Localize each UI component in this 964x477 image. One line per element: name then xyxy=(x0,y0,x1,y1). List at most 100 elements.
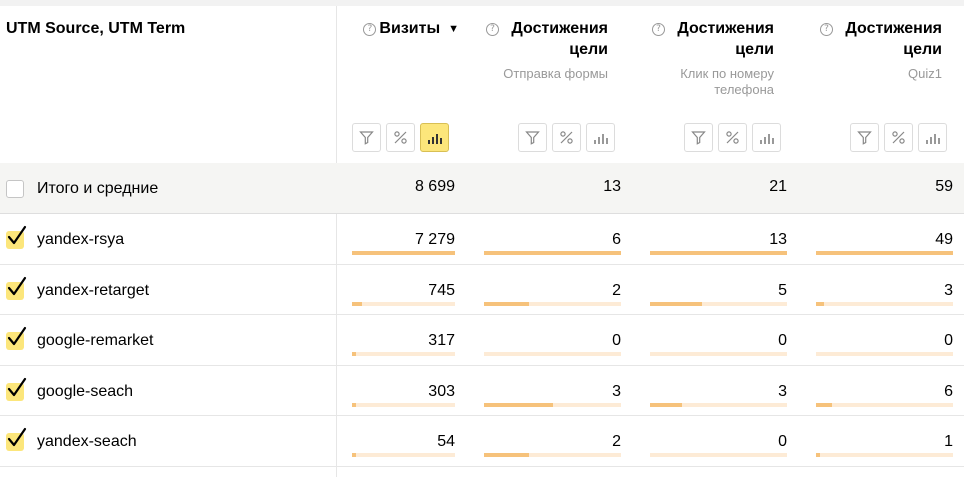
column-header-goal-phone[interactable]: ? Достижения цели Клик по номеру телефона xyxy=(650,18,774,98)
bar-chart-button[interactable] xyxy=(586,123,615,152)
value-bar-track xyxy=(484,352,621,356)
value-bar-track xyxy=(352,251,455,255)
value-bar-fill xyxy=(484,402,553,407)
percent-button[interactable] xyxy=(552,123,581,152)
value-bar-fill xyxy=(816,251,953,255)
top-strip xyxy=(0,0,964,6)
bar-chart-icon xyxy=(593,133,608,144)
column-title: Визиты xyxy=(379,20,441,37)
metric-value: 7 279 xyxy=(414,231,455,248)
value-bar-track xyxy=(650,453,787,457)
help-icon[interactable]: ? xyxy=(652,23,665,36)
dimension-header[interactable]: UTM Source, UTM Term xyxy=(6,20,185,38)
help-icon[interactable]: ? xyxy=(486,23,499,36)
value-bar-track xyxy=(484,301,621,306)
value-bar-fill xyxy=(816,301,825,306)
metric-value: 0 xyxy=(778,433,787,450)
table-row[interactable]: google-seach 303 3 3 6 xyxy=(0,366,964,416)
row-checkbox[interactable] xyxy=(6,326,27,350)
value-bar-fill xyxy=(650,251,787,255)
checkmark-icon xyxy=(7,427,27,447)
bar-chart-button[interactable] xyxy=(918,123,947,152)
filter-icon xyxy=(857,131,872,145)
metric-value: 745 xyxy=(428,281,455,299)
filter-button[interactable] xyxy=(850,123,879,152)
filter-button[interactable] xyxy=(352,123,381,152)
value-bar-fill xyxy=(816,402,833,407)
value-bar-track xyxy=(352,301,455,306)
percent-button[interactable] xyxy=(386,123,415,152)
filter-icon xyxy=(525,131,540,145)
help-icon[interactable]: ? xyxy=(820,23,833,36)
filter-icon xyxy=(359,131,374,145)
value-bar-track xyxy=(816,301,953,306)
row-label: google-seach xyxy=(37,382,134,400)
column-header-goal-form[interactable]: ? Достижения цели Отправка формы xyxy=(484,18,608,82)
percent-icon xyxy=(726,131,739,144)
column-toolbar-goal-phone xyxy=(684,123,781,152)
value-bar-fill xyxy=(352,352,357,356)
value-bar-track xyxy=(484,453,621,457)
table-row[interactable]: google-remarket 317 0 0 0 xyxy=(0,315,964,366)
value-bar-fill xyxy=(352,301,363,306)
column-title: Достижения цели xyxy=(511,20,608,58)
column-title: Достижения цели xyxy=(677,20,774,58)
column-toolbar-visits xyxy=(352,123,449,152)
value-bar-track xyxy=(352,402,455,407)
metric-value: 2 xyxy=(612,433,621,450)
value-bar-track xyxy=(650,352,787,356)
row-checkbox[interactable] xyxy=(6,377,27,401)
table-row[interactable]: yandex-seach 54 2 0 1 xyxy=(0,416,964,467)
row-label: yandex-rsya xyxy=(37,231,125,248)
percent-button[interactable] xyxy=(718,123,747,152)
column-header-visits[interactable]: ? Визиты ▼ xyxy=(352,18,459,39)
value-bar-track xyxy=(816,251,953,255)
table-row[interactable]: yandex-rsya 7 279 6 13 49 xyxy=(0,214,964,265)
row-checkbox[interactable] xyxy=(6,276,27,300)
total-value: 8 699 xyxy=(414,178,455,195)
column-header-goal-quiz[interactable]: ? Достижения цели Quiz1 xyxy=(818,18,942,82)
bar-chart-button[interactable] xyxy=(752,123,781,152)
value-bar-fill xyxy=(352,453,356,457)
metric-value: 49 xyxy=(935,231,953,248)
total-row: Итого и средние 8 699 13 21 59 xyxy=(0,163,964,214)
metric-value: 317 xyxy=(428,332,455,349)
checkmark-icon xyxy=(7,225,27,245)
value-bar-track xyxy=(816,402,953,407)
total-value: 21 xyxy=(769,178,787,195)
help-icon[interactable]: ? xyxy=(363,23,377,36)
value-bar-track xyxy=(484,402,621,407)
row-label: yandex-retarget xyxy=(37,281,150,299)
metric-value: 303 xyxy=(428,382,455,400)
column-title: Достижения цели xyxy=(845,20,942,58)
total-row-checkbox[interactable] xyxy=(6,180,24,198)
metric-value: 0 xyxy=(944,332,953,349)
metric-value: 5 xyxy=(778,281,787,299)
row-checkbox[interactable] xyxy=(6,225,27,249)
bar-chart-icon xyxy=(925,133,940,144)
row-checkbox[interactable] xyxy=(6,427,27,451)
bar-chart-button[interactable] xyxy=(420,123,449,152)
percent-button[interactable] xyxy=(884,123,913,152)
bar-chart-icon xyxy=(427,133,442,144)
row-label: yandex-seach xyxy=(37,433,137,450)
checkmark-icon xyxy=(7,276,27,295)
value-bar-fill xyxy=(352,402,357,407)
total-value: 59 xyxy=(935,178,953,195)
value-bar-fill xyxy=(352,251,455,255)
filter-icon xyxy=(691,131,706,145)
value-bar-track xyxy=(352,352,455,356)
filter-button[interactable] xyxy=(684,123,713,152)
value-bar-track xyxy=(484,251,621,255)
table-row[interactable]: yandex-retarget 745 2 5 3 xyxy=(0,265,964,315)
filter-button[interactable] xyxy=(518,123,547,152)
sort-desc-icon[interactable]: ▼ xyxy=(448,23,459,35)
metric-value: 54 xyxy=(437,433,455,450)
column-toolbar-goal-form xyxy=(518,123,615,152)
row-label: google-remarket xyxy=(37,332,154,349)
value-bar-fill xyxy=(484,251,621,255)
metric-value: 3 xyxy=(612,382,621,400)
value-bar-fill xyxy=(650,301,703,306)
value-bar-fill xyxy=(650,402,682,407)
value-bar-track xyxy=(650,251,787,255)
